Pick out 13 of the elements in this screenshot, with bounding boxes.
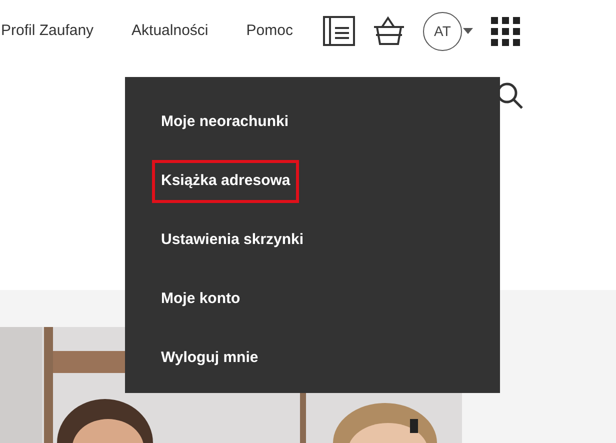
avatar[interactable]: AT (422, 12, 462, 50)
menu-item[interactable]: Moje neorachunki (152, 101, 298, 144)
apps-grid-icon[interactable] (490, 16, 520, 46)
caret-icon[interactable] (462, 28, 473, 34)
menu-item[interactable]: Ustawienia skrzynki (152, 219, 313, 262)
nav-link[interactable]: Aktualności (132, 20, 208, 42)
menu-item[interactable]: Wyloguj mnie (152, 337, 268, 380)
menu-item[interactable]: Moje konto (152, 278, 250, 321)
notebook-icon[interactable] (322, 16, 355, 46)
nav-link[interactable]: Profil Zaufany (1, 20, 94, 42)
menu-item[interactable]: Książka adresowa (152, 160, 300, 203)
nav-link[interactable]: Pomoc (246, 20, 293, 42)
basket-icon[interactable] (372, 16, 405, 46)
